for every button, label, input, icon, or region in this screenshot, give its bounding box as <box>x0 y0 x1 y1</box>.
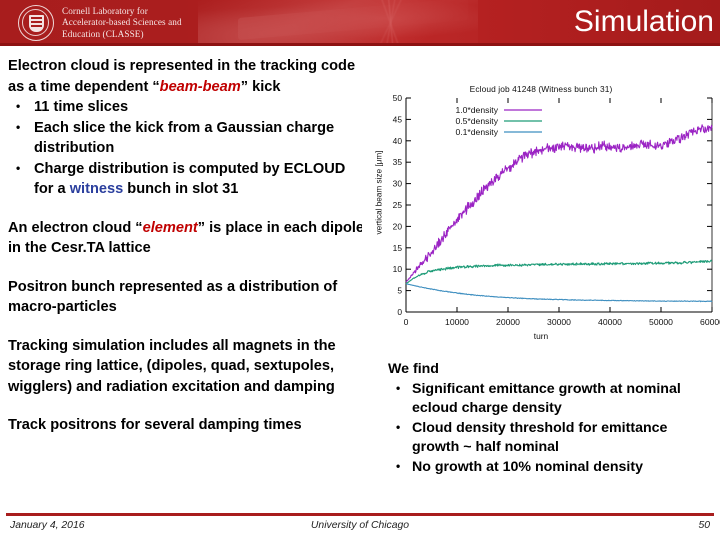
b3-emphasis-witness: witness <box>69 181 124 197</box>
banner-accelerator-photo <box>198 0 478 46</box>
b3-part-b: bunch in slot 31 <box>123 181 239 197</box>
footer-page-number: 50 <box>698 520 710 531</box>
logo-line-1: Cornell Laboratory for <box>62 6 148 16</box>
footer-venue: University of Chicago <box>310 520 410 531</box>
logo-line-2: Accelerator-based Sciences and <box>62 17 182 28</box>
svg-text:10: 10 <box>393 264 403 274</box>
svg-text:50000: 50000 <box>649 317 673 327</box>
left-content-column: Electron cloud is represented in the tra… <box>8 56 368 436</box>
svg-text:15: 15 <box>393 243 403 253</box>
svg-text:45: 45 <box>393 114 403 124</box>
svg-text:0.5*density: 0.5*density <box>455 116 498 126</box>
svg-text:20000: 20000 <box>496 317 520 327</box>
banner-underline <box>0 43 720 46</box>
svg-text:5: 5 <box>397 286 402 296</box>
p2-emphasis-element: element <box>142 219 198 236</box>
svg-text:20: 20 <box>393 221 403 231</box>
paragraph-ecloud-element: An electron cloud “element” is place in … <box>8 218 368 259</box>
slide-footer: January 4, 2016 University of Chicago 50 <box>0 519 720 537</box>
svg-text:60000: 60000 <box>700 317 720 327</box>
svg-text:0: 0 <box>397 307 402 317</box>
svg-text:25: 25 <box>393 200 403 210</box>
svg-text:50: 50 <box>393 93 403 103</box>
list-item: Each slice the kick from a Gaussian char… <box>8 117 368 159</box>
p1-emphasis-beam-beam: beam-beam <box>159 78 241 95</box>
cornell-seal-icon <box>18 5 54 41</box>
logo-line-3: Education (CLASSE) <box>62 28 144 39</box>
svg-text:0: 0 <box>404 317 409 327</box>
svg-text:0.1*density: 0.1*density <box>455 127 498 137</box>
svg-text:10000: 10000 <box>445 317 469 327</box>
ecloud-beam-size-chart: Ecloud job 41248 (Witness bunch 31) vert… <box>362 80 720 342</box>
p2-part-a: An electron cloud “ <box>8 219 143 236</box>
list-item: Cloud density threshold for emittance gr… <box>388 418 716 458</box>
seal-shield-bars <box>30 17 43 29</box>
list-item: No growth at 10% nominal density <box>388 457 716 478</box>
bullet-list-slices: 11 time slices Each slice the kick from … <box>8 96 368 200</box>
findings-list: Significant emittance growth at nominal … <box>388 379 716 478</box>
list-item-charge-distribution: Charge distribution is computed by ECLOU… <box>8 158 368 200</box>
svg-text:30000: 30000 <box>547 317 571 327</box>
svg-text:40000: 40000 <box>598 317 622 327</box>
svg-text:1.0*density: 1.0*density <box>455 105 498 115</box>
paragraph-tracking-simulation: Tracking simulation includes all magnets… <box>8 337 336 395</box>
slide-banner: Cornell Laboratory for Accelerator-based… <box>0 0 720 46</box>
svg-text:35: 35 <box>393 157 403 167</box>
svg-text:30: 30 <box>393 179 403 189</box>
paragraph-positron-bunch: Positron bunch represented as a distribu… <box>8 278 338 316</box>
svg-text:40: 40 <box>393 136 403 146</box>
slide-title: Simulation <box>573 5 714 38</box>
paragraph-track-positrons: Track positrons for several damping time… <box>8 417 302 433</box>
findings-block: We find Significant emittance growth at … <box>388 360 716 477</box>
banner-fan-graphic <box>358 0 428 46</box>
list-item: Significant emittance growth at nominal … <box>388 379 716 419</box>
paragraph-beam-beam-kick: Electron cloud is represented in the tra… <box>8 56 368 97</box>
findings-header: We find <box>388 361 439 377</box>
list-item: 11 time slices <box>8 96 368 118</box>
p1-part-b: ” kick <box>240 78 281 95</box>
chart-plot-area: 0 5 10 15 20 25 30 35 40 45 50 0 10000 20000 30000 4000… <box>393 93 720 327</box>
footer-divider <box>6 513 714 516</box>
classe-logo-text: Cornell Laboratory for Accelerator-based… <box>62 6 182 40</box>
